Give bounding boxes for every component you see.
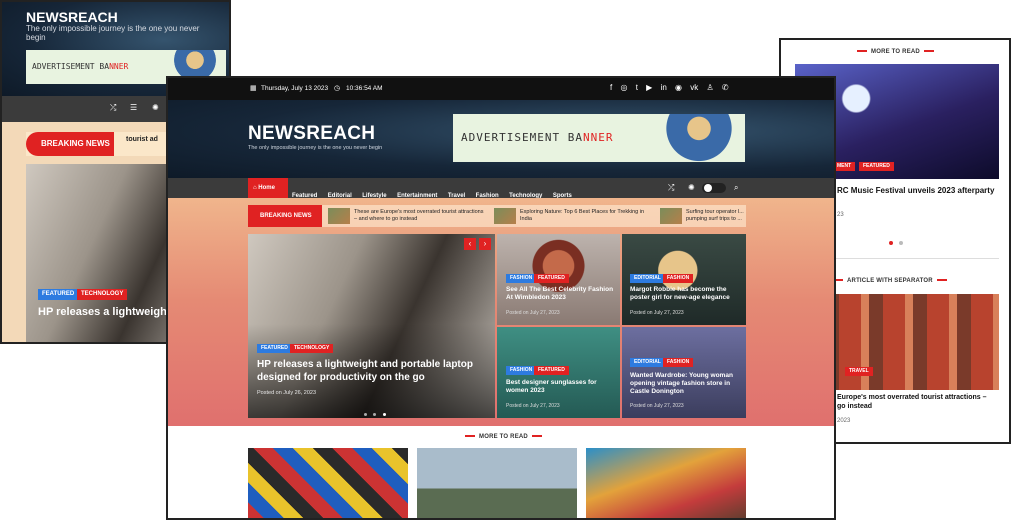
gear-icon[interactable]: ✺ [688,183,695,193]
clock-icon: ◷ [334,85,341,92]
instagram-icon[interactable]: ◎ [620,83,627,92]
mobile-tagline: The only impossible journey is the one y… [26,24,200,42]
grid4-title[interactable]: Wanted Wardrobe: Young woman opening vin… [630,372,738,396]
ticker-item-3[interactable]: Surfing tour operator l... pumping surf … [686,209,746,223]
shuffle-icon[interactable]: ⤮ [668,183,674,193]
linkedin-icon[interactable]: in [661,83,667,92]
grid4-tag-fashion[interactable]: FASHION [663,358,694,367]
social-links: f ◎ t ▶ in ◉ vk ♙ ✆ [610,83,729,92]
grid3-date: Posted on July 27, 2023 [506,403,560,409]
site-logo[interactable]: NEWSREACH [248,123,375,145]
dark-mode-toggle[interactable] [702,183,726,193]
shuffle-icon[interactable]: ⤮ [110,103,116,113]
nav-home[interactable]: ⌂ Home [248,178,288,198]
grid3-title[interactable]: Best designer sunglasses for women 2023 [506,379,614,395]
ad-woman-image [659,114,739,162]
calendar-icon: ▦ [250,85,257,92]
tag-ment[interactable]: MENT [833,162,856,171]
grid2-tag-fashion[interactable]: FASHION [663,274,694,283]
time-text: 10:36:54 AM [346,85,383,92]
ad-text: ADVERTISEMENT BANNER [461,131,614,144]
main-nav: ⌂ Home Featured Editorial Lifestyle Ente… [168,178,834,199]
grid1-title[interactable]: See All The Best Celebrity Fashion At Wi… [506,286,614,302]
grid1-tag-fashion[interactable]: FASHION [506,274,537,283]
whatsapp-icon[interactable]: ✆ [722,83,729,92]
ticker-thumb-1 [328,208,350,224]
menu-icon[interactable]: ☰ [130,103,137,113]
slider-next-button[interactable]: › [479,238,491,250]
more-card-carnival[interactable] [586,448,746,518]
snapchat-icon[interactable]: ♙ [706,83,713,92]
mobile-tag-technology[interactable]: TECHNOLOGY [77,289,128,300]
carousel-dots[interactable] [889,232,904,250]
mobile-logo[interactable]: NEWSREACH [26,9,118,25]
article-title-2[interactable]: Europe's most overrated tourist attracti… [837,393,987,411]
facebook-icon[interactable]: f [610,83,612,92]
ad-banner[interactable]: ADVERTISEMENT BANNER [453,114,745,162]
vk-icon[interactable]: vk [690,83,698,92]
grid3-tag-fashion[interactable]: FASHION [506,366,537,375]
grid4-date: Posted on July 27, 2023 [630,403,684,409]
article-date-2: 2023 [837,418,851,424]
youtube-icon[interactable]: ▶ [646,83,652,92]
search-icon[interactable]: ⌕ [734,183,738,193]
tag-featured[interactable]: FEATURED [859,162,894,171]
top-bar: ▦ Thursday, July 13 2023 ◷ 10:36:54 AM f… [168,78,834,100]
grid1-date: Posted on July 27, 2023 [506,310,560,316]
ticker-item-2[interactable]: Exploring Nature: Top 6 Best Places for … [520,209,650,223]
article-title[interactable]: RC Music Festival unveils 2023 afterpart… [837,186,1007,195]
twitter-icon[interactable]: t [636,83,638,92]
ticker-item-1[interactable]: These are Europe's most overrated touris… [354,209,484,223]
site-tagline: The only impossible journey is the one y… [248,145,383,151]
section-title-article-separator: ARTICLE WITH SEPARATOR [829,278,951,284]
more-to-read-heading: MORE TO READ [461,434,546,440]
breaking-text[interactable]: tourist ad [126,136,166,144]
hero-dots[interactable] [364,403,386,421]
grid2-tag-editorial[interactable]: EDITORIAL [630,274,665,283]
gear-icon[interactable]: ✺ [152,103,159,113]
date-text: Thursday, July 13 2023 [261,85,329,92]
hero-tag-technology[interactable]: TECHNOLOGY [290,344,334,353]
breaking-label: BREAKING NEWS [26,132,114,156]
grid4-tag-editorial[interactable]: EDITORIAL [630,358,665,367]
section-title-more-to-read: MORE TO READ [853,49,938,55]
hero-date: Posted on July 26, 2023 [257,390,317,396]
ticker-thumb-3 [660,208,682,224]
grid2-title[interactable]: Margot Robbie has become the poster girl… [630,286,738,302]
breaking-news-ticker: BREAKING NEWS These are Europe's most ov… [248,205,746,227]
grid1-tag-featured[interactable]: FEATURED [534,274,569,283]
grid2-date: Posted on July 27, 2023 [630,310,684,316]
more-card-knight[interactable] [417,448,577,518]
ticker-thumb-2 [494,208,516,224]
desktop-preview: ▦ Thursday, July 13 2023 ◷ 10:36:54 AM f… [166,76,836,520]
slider-prev-button[interactable]: ‹ [464,238,476,250]
hero-tag-featured[interactable]: FEATURED [257,344,292,353]
tag-travel[interactable]: TRAVEL [845,367,873,376]
article-date: 23 [837,212,844,218]
spotify-icon[interactable]: ◉ [675,83,682,92]
mobile-tag-featured[interactable]: FEATURED [38,289,79,300]
more-card-comics[interactable] [248,448,408,518]
ad-text: ADVERTISEMENT BANNER [32,62,129,71]
grid3-tag-featured[interactable]: FEATURED [534,366,569,375]
hero-headline[interactable]: HP releases a lightweight and portable l… [257,358,477,384]
breaking-news-label: BREAKING NEWS [248,205,322,227]
